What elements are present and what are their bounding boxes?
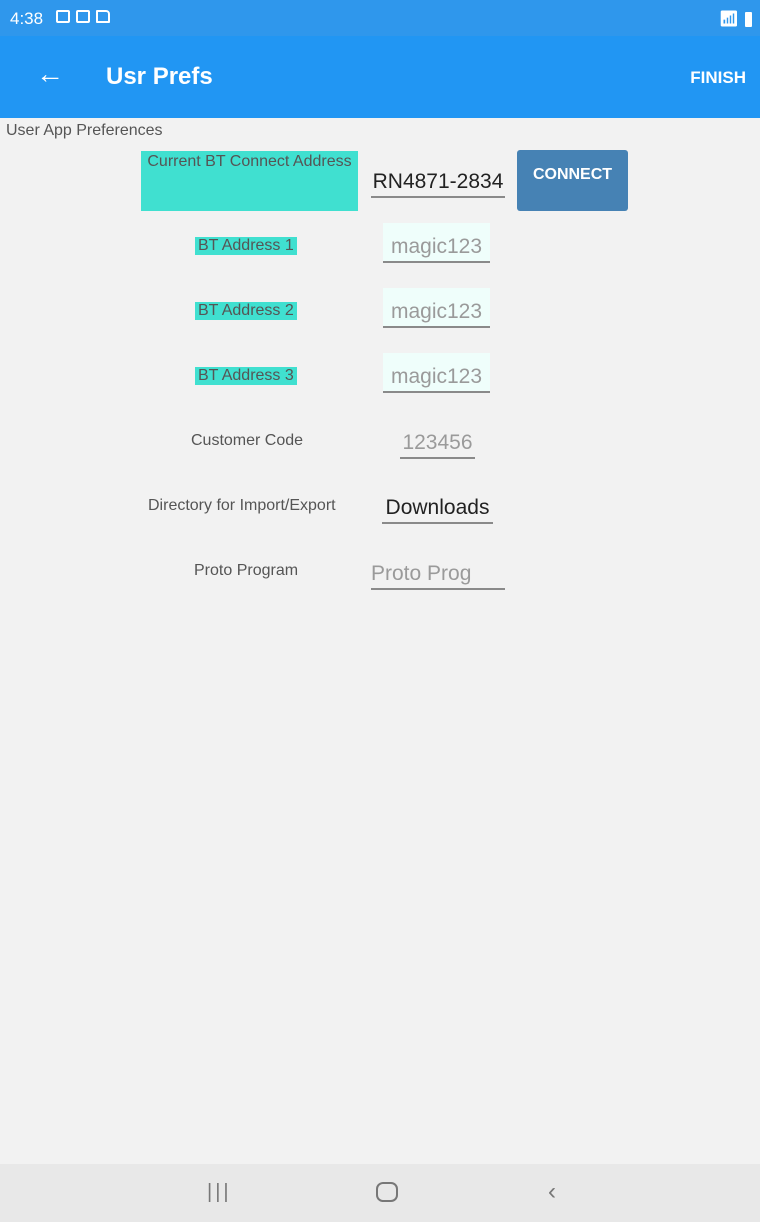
proto-program-input[interactable]: Proto Prog bbox=[371, 562, 505, 590]
bt-address-3-input[interactable]: magic123 bbox=[383, 353, 490, 393]
home-icon[interactable] bbox=[376, 1182, 398, 1202]
battery-icon bbox=[745, 11, 752, 27]
current-bt-label: Current BT Connect Address bbox=[141, 151, 358, 211]
status-time: 4:38 bbox=[10, 9, 44, 28]
finish-button[interactable]: FINISH bbox=[690, 68, 746, 88]
wifi-icon: 📶︎ bbox=[718, 11, 739, 28]
back-icon[interactable]: ‹ bbox=[548, 1178, 556, 1206]
directory-label: Directory for Import/Export bbox=[148, 497, 336, 514]
customer-code-label: Customer Code bbox=[191, 432, 304, 449]
customer-code-input[interactable]: 123456 bbox=[400, 431, 475, 459]
arrow-left-icon[interactable]: ← bbox=[36, 60, 64, 88]
bt-address-2-input[interactable]: magic123 bbox=[383, 288, 490, 328]
status-right-icons: 📶︎ bbox=[719, 9, 752, 29]
document-search-icon bbox=[96, 10, 110, 23]
connect-button-label: CONNECT bbox=[532, 166, 613, 183]
connect-button[interactable]: CONNECT bbox=[517, 150, 628, 211]
bt-address-1-input[interactable]: magic123 bbox=[383, 223, 490, 263]
bt-address-1-label: BT Address 1 bbox=[195, 237, 297, 255]
recent-apps-icon[interactable]: ||| bbox=[207, 1181, 232, 1204]
mail-icon bbox=[76, 10, 90, 23]
system-nav-bar: ||| ‹ bbox=[0, 1164, 760, 1222]
page-title: Usr Prefs bbox=[106, 63, 213, 90]
image-icon bbox=[56, 10, 70, 23]
notification-icons bbox=[56, 10, 110, 23]
bt-address-2-label: BT Address 2 bbox=[195, 302, 297, 320]
section-title: User App Preferences bbox=[6, 122, 163, 139]
status-bar: 4:38 📶︎ bbox=[0, 0, 760, 36]
current-bt-address-input[interactable]: RN4871-2834 bbox=[371, 170, 505, 198]
bt-address-3-label: BT Address 3 bbox=[195, 367, 297, 385]
app-bar: ← Usr Prefs FINISH bbox=[0, 36, 760, 118]
proto-program-label: Proto Program bbox=[194, 562, 299, 579]
directory-input[interactable]: Downloads bbox=[382, 496, 493, 524]
